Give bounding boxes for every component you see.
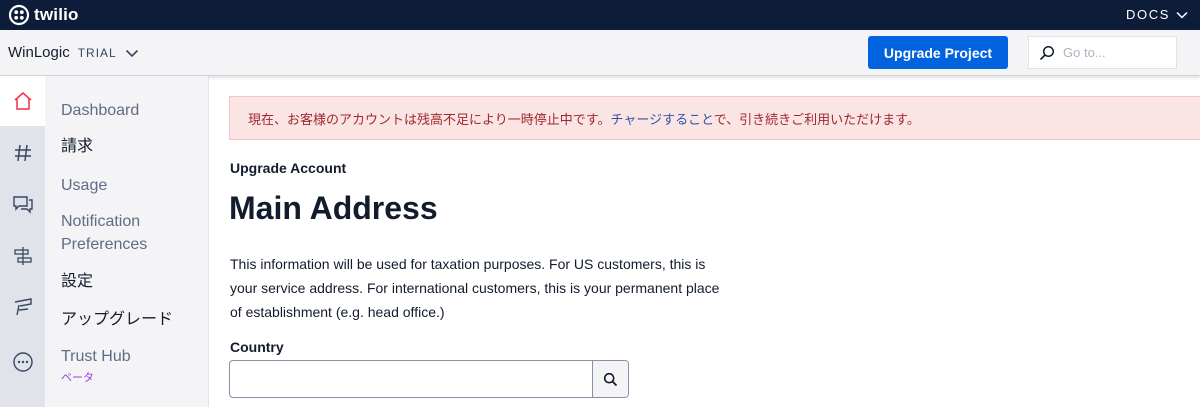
country-combobox (229, 360, 629, 398)
top-bar: twilio DOCS (0, 0, 1200, 30)
search-icon (1039, 45, 1055, 60)
chevron-down-icon (1176, 11, 1188, 19)
rail-more[interactable] (0, 337, 45, 387)
twilio-logo-icon (8, 4, 30, 26)
country-search-button[interactable] (592, 361, 628, 397)
brand-name: twilio (34, 5, 79, 24)
search-icon (603, 372, 618, 386)
upgrade-account-eyebrow: Upgrade Account (230, 160, 347, 176)
alert-text-after: で、引き続きご利用いただけます。 (713, 112, 920, 127)
sidebar-item-billing[interactable]: 請求 (61, 135, 93, 158)
rail-phone-numbers[interactable] (0, 128, 45, 178)
chevron-down-icon (125, 49, 138, 57)
chat-icon (12, 196, 33, 214)
studio-icon (14, 298, 32, 316)
hash-icon (14, 144, 31, 162)
sidebar-item-upgrade[interactable]: アップグレード (61, 308, 173, 331)
docs-label: DOCS (1126, 7, 1170, 22)
alert-text-before: 現在、お客様のアカウントは残高不足により一時停止中です。 (248, 112, 611, 127)
home-icon (14, 92, 31, 110)
go-to-search[interactable] (1028, 36, 1177, 69)
sidebar-item-notification-preferences[interactable]: Notification (61, 210, 140, 233)
rail-studio[interactable] (0, 282, 45, 332)
twilio-logo[interactable]: twilio (8, 4, 79, 26)
suspension-alert: 現在、お客様のアカウントは残高不足により一時停止中です。チャージすることで、引き… (229, 96, 1200, 140)
docs-menu[interactable]: DOCS (1126, 7, 1188, 22)
project-name: WinLogic (8, 44, 70, 61)
project-switcher[interactable]: WinLogic TRIAL (8, 44, 139, 61)
project-status: TRIAL (77, 45, 117, 60)
sidebar-item-usage[interactable]: Usage (61, 174, 107, 197)
project-bar: WinLogic TRIAL Upgrade Project (0, 30, 1200, 76)
rail-messaging[interactable] (0, 179, 45, 229)
more-icon (12, 352, 33, 372)
rail-flow[interactable] (0, 231, 45, 281)
page-title: Main Address (229, 190, 438, 226)
sidebar-item-dashboard[interactable]: Dashboard (61, 99, 139, 122)
address-description: This information will be used for taxati… (230, 256, 720, 320)
flow-icon (13, 247, 32, 265)
beta-badge: ベータ (61, 372, 94, 384)
sidebar-item-settings[interactable]: 設定 (61, 270, 93, 293)
country-input[interactable] (230, 361, 592, 397)
rail-home[interactable] (0, 76, 45, 126)
country-label: Country (230, 339, 284, 355)
sidebar-subnav: Dashboard 請求 Usage Notification Preferen… (45, 76, 209, 407)
product-rail (0, 76, 45, 407)
go-to-input[interactable] (1063, 45, 1163, 60)
sidebar-item-trust-hub[interactable]: Trust Hub (61, 345, 131, 368)
upgrade-project-button[interactable]: Upgrade Project (868, 36, 1008, 69)
recharge-link[interactable]: チャージすること (610, 112, 713, 127)
sidebar-item-notification-preferences-line2[interactable]: Preferences (61, 233, 147, 256)
